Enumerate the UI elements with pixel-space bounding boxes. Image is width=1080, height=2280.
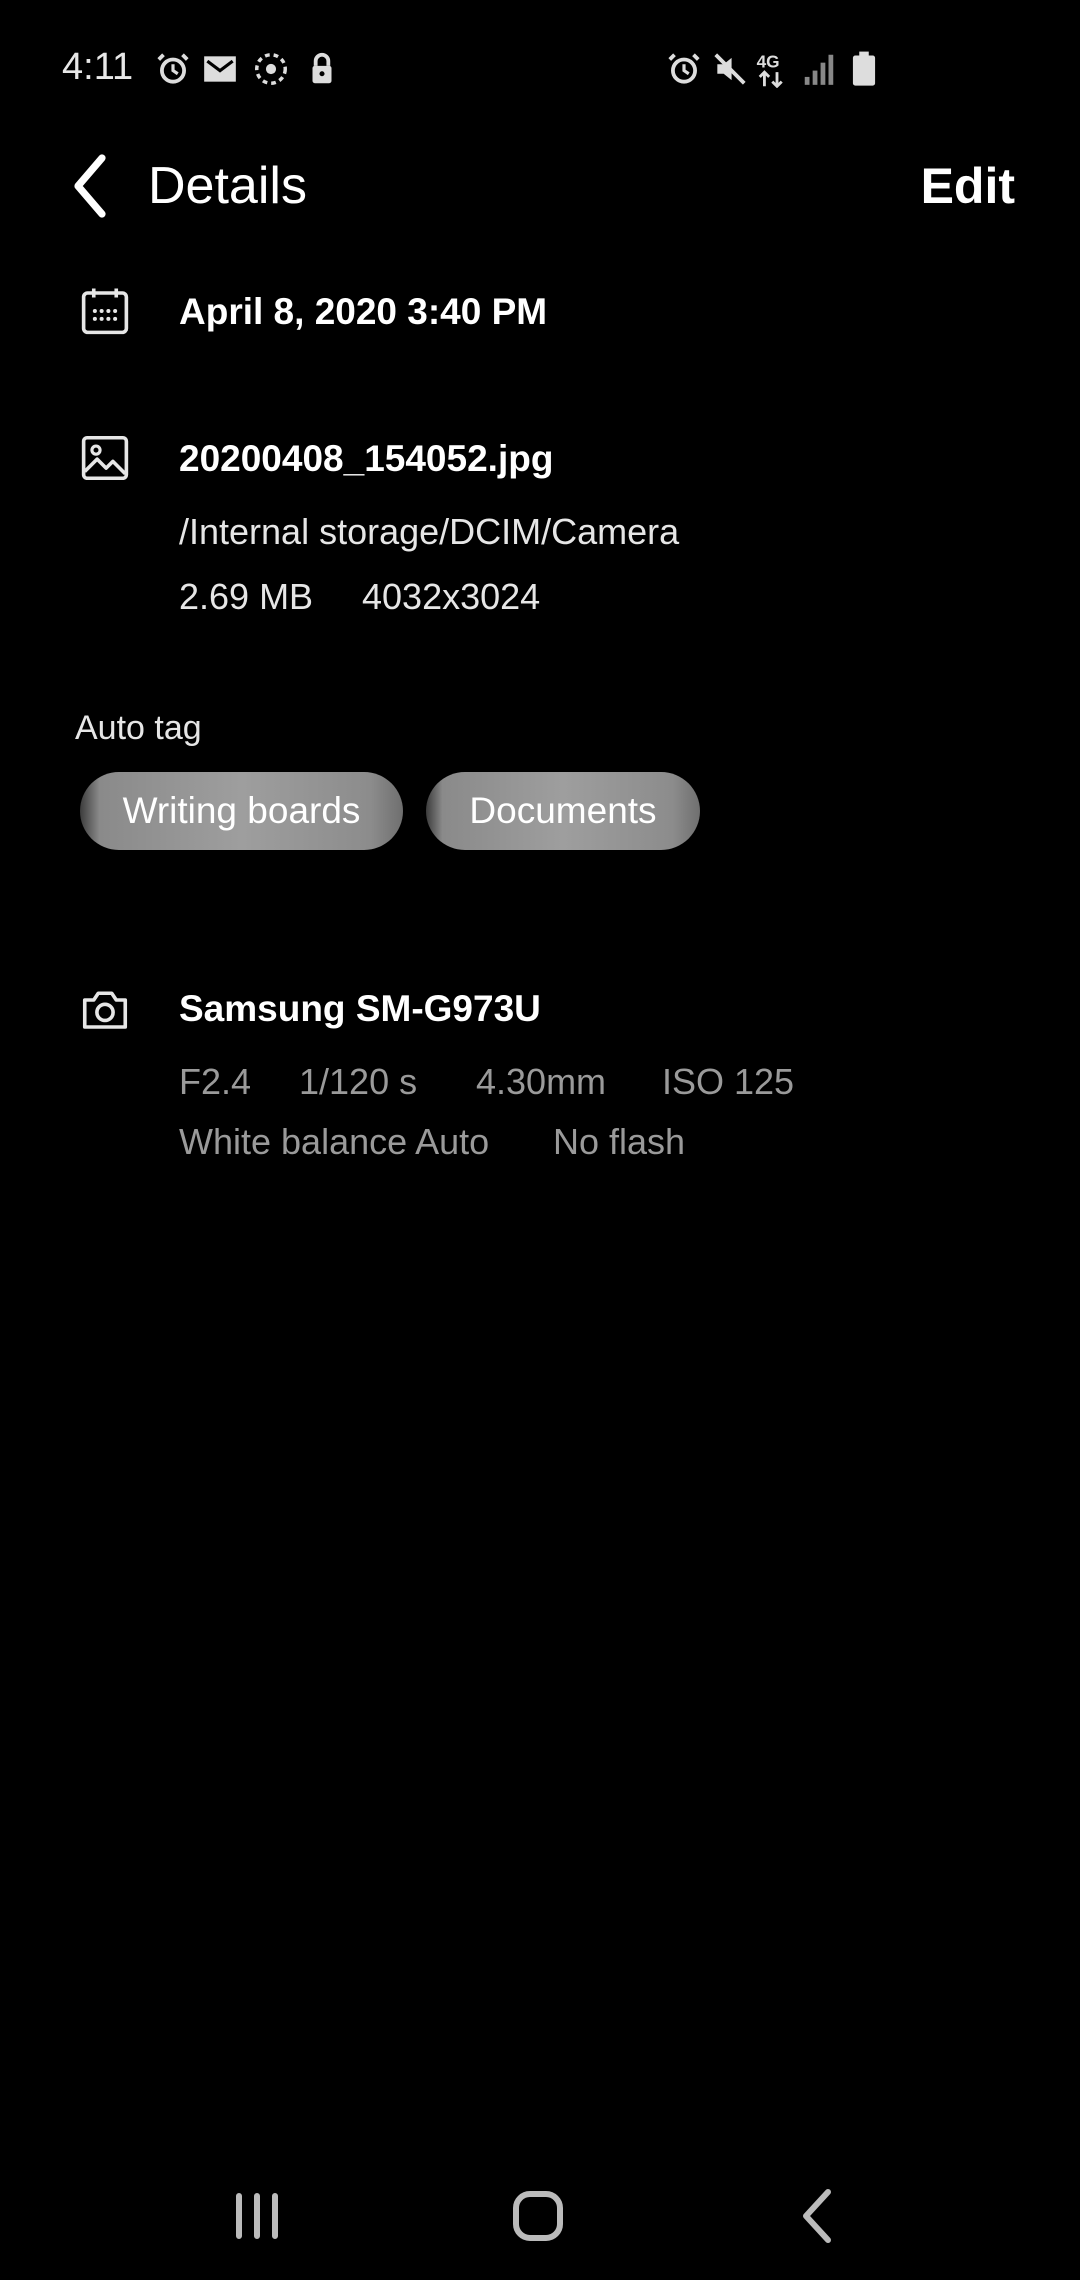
gmail-icon [201,50,239,88]
iso: ISO 125 [662,1061,795,1102]
sync-icon [252,50,290,88]
mute-icon [711,50,749,88]
battery-icon [845,50,883,88]
camera-icon [78,982,132,1036]
recent-apps-icon [236,2193,278,2239]
calendar-icon [78,284,132,338]
edit-button[interactable]: Edit [921,155,1015,217]
tag-chip-writing-boards[interactable]: Writing boards [80,772,403,850]
alarm-icon [665,50,703,88]
tag-chip-label: Writing boards [122,790,361,831]
auto-tag-label: Auto tag [75,709,202,747]
file-path: /Internal storage/DCIM/Camera [179,511,680,552]
status-bar: 4:11 4G [0,0,1080,135]
chevron-left-icon [74,154,106,218]
lock-icon [303,50,341,88]
tag-chip-label: Documents [469,790,657,831]
recent-apps-button[interactable] [212,2180,302,2252]
back-button[interactable] [62,150,122,222]
4g-lte-icon: 4G [755,50,799,88]
focal-length: 4.30mm [476,1061,607,1102]
file-name: 20200408_154052.jpg [179,438,554,479]
image-icon [78,431,132,485]
status-time: 4:11 [62,46,134,88]
file-resolution: 4032x3024 [362,576,541,617]
network-label: 4G [757,51,780,71]
back-icon [803,2189,831,2243]
home-icon [513,2191,563,2241]
page-title: Details [148,157,307,215]
file-size: 2.69 MB [179,576,314,617]
alarm-icon [154,50,192,88]
nav-back-button[interactable] [775,2180,865,2252]
white-balance: White balance Auto [179,1121,490,1162]
home-button[interactable] [493,2180,583,2252]
date-taken: April 8, 2020 3:40 PM [179,291,548,332]
flash: No flash [553,1121,686,1162]
aperture: F2.4 [179,1061,252,1102]
shutter-speed: 1/120 s [299,1061,418,1102]
tag-chip-documents[interactable]: Documents [426,772,700,850]
signal-icon [800,50,838,88]
camera-model: Samsung SM-G973U [179,988,541,1029]
